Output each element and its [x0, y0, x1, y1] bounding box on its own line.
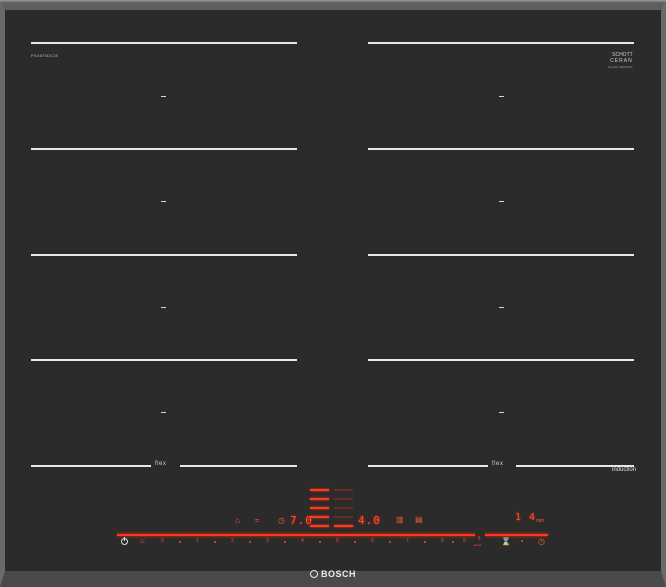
- zone-select-right-4[interactable]: [334, 516, 353, 518]
- frame-edge: [0, 0, 666, 3]
- bosch-emblem-icon: [309, 570, 318, 578]
- zone-line-left-4: [31, 359, 297, 361]
- scale-dot: [389, 541, 391, 543]
- zone-line-left-1: [31, 42, 297, 44]
- brand-name: BOSCH: [320, 569, 356, 579]
- zone-select-right-3[interactable]: [334, 507, 353, 509]
- zone-center-mark: [499, 307, 504, 308]
- zone-center-mark: [161, 201, 166, 202]
- scale-0[interactable]: 0: [161, 538, 164, 544]
- scale-8[interactable]: 8: [441, 538, 444, 544]
- scale-3[interactable]: 3: [266, 538, 269, 544]
- scale-7[interactable]: 7: [406, 538, 409, 544]
- zone-line-right-5: [368, 465, 488, 467]
- zone-line-left-3: [31, 254, 297, 256]
- zone-line-right-3: [368, 254, 634, 256]
- scale-dot: [179, 541, 181, 543]
- cooking-sensor-icon[interactable]: ⌂: [235, 517, 240, 525]
- power-icon[interactable]: [121, 537, 128, 545]
- zone-line-left-5b: [180, 465, 297, 467]
- schott-ceran-logo: SCHOTT CERAN GLASS CERAMIC: [608, 52, 633, 70]
- zone-center-mark: [161, 412, 166, 413]
- scale-dot: [319, 541, 321, 543]
- cooktop-panel: [0, 0, 666, 587]
- child-lock-icon[interactable]: ♨: [139, 538, 145, 546]
- zone-select-left-1[interactable]: [310, 489, 329, 491]
- scale-9[interactable]: 9: [463, 538, 466, 544]
- right-power-display: 4.0: [358, 514, 381, 527]
- zone-line-left-5: [31, 465, 151, 467]
- scale-2[interactable]: 2: [231, 538, 234, 544]
- glass-ceramic-text: GLASS CERAMIC: [608, 65, 633, 69]
- zone-select-right-5[interactable]: [334, 525, 353, 527]
- zone-line-right-1: [368, 42, 634, 44]
- zone-line-right-2: [368, 148, 634, 150]
- zone-select-left-3[interactable]: [310, 507, 329, 509]
- move-function-icon[interactable]: ▥: [396, 516, 404, 524]
- power-slider-track[interactable]: [117, 534, 475, 536]
- scale-dot: [249, 541, 251, 543]
- zone-select-left-2[interactable]: [310, 498, 329, 500]
- clock-icon[interactable]: ◔: [519, 538, 524, 546]
- brand-logo: BOSCH: [0, 569, 666, 579]
- scale-6[interactable]: 6: [371, 538, 374, 544]
- zone-center-mark: [161, 96, 166, 97]
- scale-dot: [354, 541, 356, 543]
- zone-center-mark: [499, 96, 504, 97]
- timer-slider-track[interactable]: [485, 534, 548, 536]
- zone-center-mark: [499, 201, 504, 202]
- scale-dot: [284, 541, 286, 543]
- flex-zone-mark-right: flex: [492, 461, 504, 467]
- scale-5[interactable]: 5: [336, 538, 339, 544]
- pan-icon[interactable]: ▤: [415, 516, 423, 524]
- zone-select-right-2[interactable]: [334, 498, 353, 500]
- zone-center-mark: [499, 412, 504, 413]
- zone-line-left-2: [31, 148, 297, 150]
- scale-4[interactable]: 4: [301, 538, 304, 544]
- scale-dot: [424, 541, 426, 543]
- timer-unit: min: [536, 518, 545, 524]
- model-code: PXX875DC1E: [31, 53, 59, 58]
- zone-center-mark: [161, 307, 166, 308]
- flex-zone-mark-left: flex: [155, 461, 167, 467]
- left-power-display: 7.0: [290, 514, 313, 527]
- boost-label: boost: [474, 543, 482, 547]
- zone-select-right-1[interactable]: [334, 489, 353, 491]
- scale-1[interactable]: 1: [196, 538, 199, 544]
- stopwatch-icon[interactable]: ◷: [538, 538, 545, 546]
- scale-dot: [452, 541, 454, 543]
- frying-sensor-icon[interactable]: ≈: [255, 517, 259, 525]
- scale-dot: [214, 541, 216, 543]
- hourglass-icon[interactable]: ⌛: [501, 538, 511, 546]
- timer-icon[interactable]: ◷: [278, 517, 285, 525]
- timer-display: 1 4: [515, 512, 537, 523]
- induction-label: induction: [612, 467, 637, 473]
- zone-line-right-4: [368, 359, 634, 361]
